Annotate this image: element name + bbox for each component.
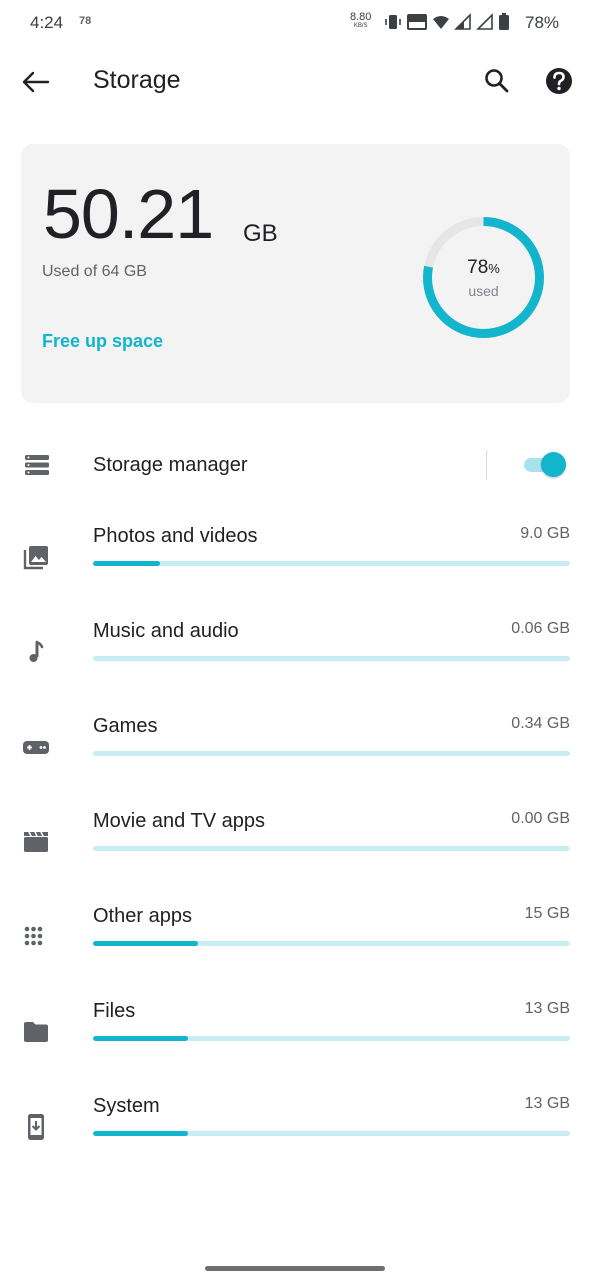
category-progress-fill — [93, 941, 198, 946]
signal-icon — [454, 13, 471, 30]
used-storage-unit: GB — [243, 220, 278, 247]
category-row-system[interactable]: System 13 GB — [0, 1085, 591, 1180]
category-progress-track — [93, 1131, 570, 1136]
category-label: Games — [93, 715, 158, 737]
folder-icon — [24, 1022, 48, 1042]
category-size: 0.06 GB — [511, 620, 570, 637]
category-size: 0.34 GB — [511, 715, 570, 732]
category-progress-fill — [93, 1131, 189, 1136]
toggle-thumb — [541, 452, 566, 477]
category-label: System — [93, 1095, 160, 1117]
category-progress-track — [93, 561, 570, 566]
category-label: Other apps — [93, 905, 192, 927]
used-of-total: Used of 64 GB — [42, 263, 147, 280]
signal-icon-2 — [476, 13, 493, 30]
help-button[interactable] — [542, 64, 576, 98]
category-label: Files — [93, 1000, 136, 1022]
category-size: 13 GB — [524, 1095, 570, 1112]
gesture-nav-handle[interactable] — [205, 1266, 385, 1271]
system-update-icon — [28, 1114, 44, 1140]
notification-count: 78 — [79, 15, 92, 27]
back-arrow-icon — [22, 71, 50, 93]
search-icon — [485, 69, 509, 93]
usage-percent-value: 78 — [467, 257, 489, 278]
category-label: Movie and TV apps — [93, 810, 265, 832]
photo-library-icon — [23, 546, 48, 570]
category-row-other-apps[interactable]: Other apps 15 GB — [0, 895, 591, 990]
music-note-icon — [29, 640, 44, 662]
vibrate-icon — [385, 15, 401, 29]
usage-percent-symbol: % — [488, 261, 500, 276]
storage-manager-toggle[interactable] — [524, 452, 568, 478]
help-icon — [546, 68, 572, 94]
battery-icon — [499, 13, 509, 30]
category-progress-track — [93, 846, 570, 851]
page-title: Storage — [93, 66, 181, 94]
category-row-files[interactable]: Files 13 GB — [0, 990, 591, 1085]
gamepad-icon — [23, 741, 49, 754]
apps-grid-icon — [24, 926, 43, 946]
status-bar: 4:24 78 8.80 KB/S 78% — [0, 0, 591, 46]
network-speed: 8.80 KB/S — [350, 12, 371, 30]
storage-manager-label: Storage manager — [93, 454, 248, 476]
back-button[interactable] — [18, 64, 54, 100]
status-time: 4:24 — [30, 13, 64, 32]
search-button[interactable] — [480, 64, 514, 98]
wifi-icon — [433, 16, 449, 29]
volte-icon — [407, 14, 427, 30]
category-progress-track — [93, 1036, 570, 1041]
app-bar: Storage — [0, 52, 591, 110]
usage-percent: 78% — [420, 257, 547, 279]
category-progress-fill — [93, 561, 160, 566]
category-size: 13 GB — [524, 1000, 570, 1017]
category-size: 0.00 GB — [511, 810, 570, 827]
used-storage-value: 50.21 — [43, 175, 214, 253]
storage-list-icon — [25, 455, 49, 475]
category-size: 15 GB — [524, 905, 570, 922]
movie-icon — [24, 831, 48, 852]
category-label: Music and audio — [93, 620, 239, 642]
status-icons — [384, 12, 510, 32]
category-size: 9.0 GB — [520, 525, 570, 542]
category-progress-track — [93, 656, 570, 661]
storage-manager-divider — [486, 450, 487, 480]
storage-manager-row[interactable]: Storage manager — [0, 430, 591, 500]
category-progress-track — [93, 751, 570, 756]
category-progress-fill — [93, 1036, 189, 1041]
usage-percent-label: used — [468, 283, 499, 299]
storage-summary-card: 50.21 GB Used of 64 GB Free up space 78%… — [21, 144, 570, 403]
category-row-games[interactable]: Games 0.34 GB — [0, 705, 591, 800]
category-progress-track — [93, 941, 570, 946]
network-speed-value: 8.80 — [350, 11, 372, 23]
network-speed-unit: KB/S — [353, 23, 368, 29]
category-label: Photos and videos — [93, 525, 258, 547]
category-row-music[interactable]: Music and audio 0.06 GB — [0, 610, 591, 705]
free-up-space-button[interactable]: Free up space — [42, 331, 163, 352]
category-row-movies[interactable]: Movie and TV apps 0.00 GB — [0, 800, 591, 895]
category-row-photos[interactable]: Photos and videos 9.0 GB — [0, 515, 591, 610]
battery-percent: 78% — [525, 13, 560, 32]
